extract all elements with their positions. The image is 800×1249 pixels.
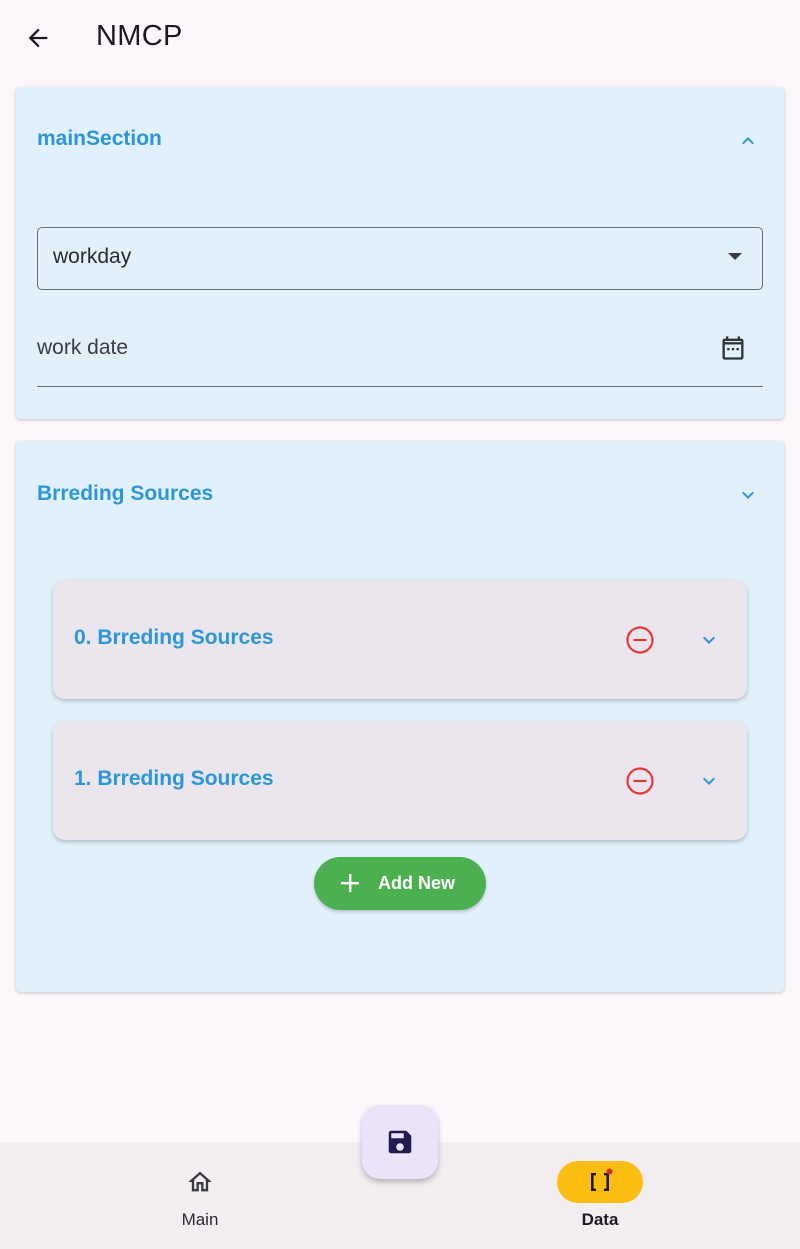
main-section-card: mainSection workday work date bbox=[16, 87, 784, 419]
calendar-icon[interactable] bbox=[719, 333, 747, 363]
page-title: NMCP bbox=[96, 20, 183, 52]
chevron-down-icon[interactable] bbox=[736, 483, 760, 507]
back-button[interactable] bbox=[18, 18, 58, 58]
nav-item-data[interactable]: Data bbox=[500, 1142, 700, 1249]
breeding-sources-header[interactable]: Brreding Sources bbox=[16, 441, 784, 549]
remove-circle-icon[interactable] bbox=[625, 625, 655, 655]
chevron-down-icon[interactable] bbox=[697, 628, 721, 652]
arrow-back-icon bbox=[28, 28, 48, 48]
workday-dropdown-value: workday bbox=[53, 245, 132, 268]
breeding-source-item[interactable]: 1. Brreding Sources bbox=[53, 721, 747, 840]
save-button[interactable] bbox=[362, 1105, 438, 1179]
nav-item-main[interactable]: Main bbox=[100, 1142, 300, 1249]
app-bar: NMCP bbox=[0, 0, 800, 78]
breeding-source-item-title: 0. Brreding Sources bbox=[74, 626, 274, 649]
dropdown-arrow-icon bbox=[728, 253, 742, 260]
nav-item-label: Data bbox=[581, 1210, 619, 1229]
data-array-icon bbox=[591, 1168, 613, 1191]
chevron-down-icon[interactable] bbox=[697, 769, 721, 793]
main-section-title: mainSection bbox=[37, 127, 162, 150]
work-date-field[interactable]: work date bbox=[37, 319, 763, 387]
home-icon bbox=[188, 1171, 212, 1192]
save-icon bbox=[388, 1130, 412, 1154]
workday-dropdown[interactable]: workday bbox=[37, 227, 763, 290]
breeding-sources-title: Brreding Sources bbox=[37, 482, 214, 505]
remove-circle-icon[interactable] bbox=[625, 766, 655, 796]
breeding-source-item[interactable]: 0. Brreding Sources bbox=[53, 580, 747, 699]
plus-icon bbox=[341, 874, 359, 892]
breeding-sources-card: Brreding Sources 0. Brreding Sources 1. … bbox=[16, 441, 784, 992]
add-new-label: Add New bbox=[378, 873, 456, 893]
work-date-label: work date bbox=[37, 336, 129, 359]
main-section-header[interactable]: mainSection bbox=[16, 87, 784, 195]
chevron-up-icon[interactable] bbox=[736, 129, 760, 153]
nav-item-label: Main bbox=[181, 1210, 219, 1229]
breeding-source-item-title: 1. Brreding Sources bbox=[74, 767, 274, 790]
add-new-button[interactable]: Add New bbox=[314, 857, 486, 910]
